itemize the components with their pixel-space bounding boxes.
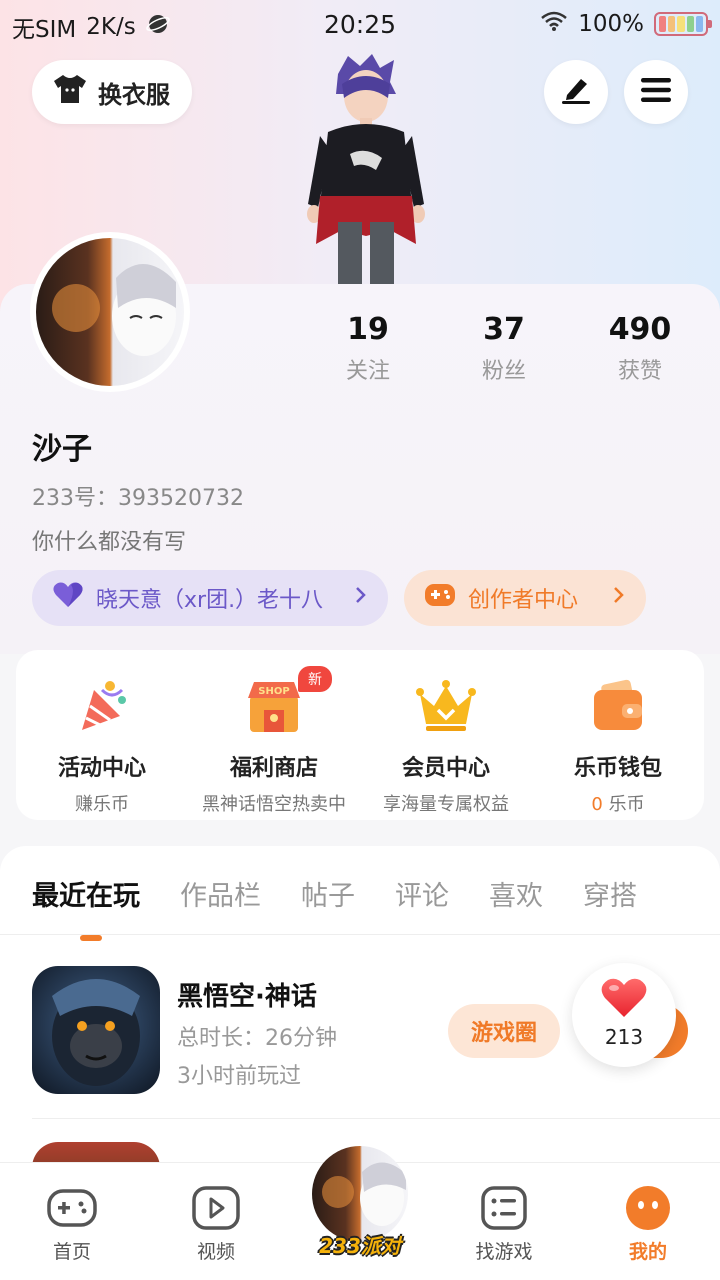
likes-stat[interactable]: 490 获赞: [572, 312, 708, 385]
game-circle-button[interactable]: 游戏圈: [448, 1004, 560, 1058]
recent-game-row[interactable]: 黑悟空·神话 总时长：26分钟 3小时前玩过 游戏圈 213: [32, 963, 720, 1096]
following-label: 关注: [345, 359, 390, 384]
nav-video[interactable]: 视频: [144, 1163, 288, 1280]
party-popper-icon: [72, 676, 132, 736]
status-bar: 无SIM 2K/s 20:25 100%: [0, 0, 720, 52]
following-count: 19: [347, 312, 389, 347]
game-icon: [32, 966, 160, 1094]
tab-likes[interactable]: 喜欢: [489, 874, 543, 913]
wifi-icon: [540, 10, 568, 38]
menu-icon: [640, 76, 672, 108]
nav-video-label: 视频: [196, 1241, 235, 1263]
like-count: 213: [604, 1025, 644, 1049]
welfare-shop-item[interactable]: SHOP 新 福利商店 黑神话悟空热卖中: [188, 650, 360, 820]
change-outfit-label: 换衣服: [98, 80, 170, 109]
tab-comments[interactable]: 评论: [395, 874, 449, 913]
party-avatar[interactable]: [312, 1146, 408, 1242]
game-name: 黑悟空·神话: [177, 982, 317, 1012]
bio-text[interactable]: 你什么都没有写: [32, 524, 186, 556]
coin-wallet-title: 乐币钱包: [573, 756, 662, 781]
gamepad-icon: [424, 582, 456, 614]
gamepad-icon: [46, 1185, 98, 1231]
profile-tabs: 最近在玩 作品栏 帖子 评论 喜欢 穿搭: [32, 874, 637, 941]
tshirt-icon: [52, 73, 88, 111]
chevron-right-icon: [612, 585, 626, 611]
group-pill-label: 晓天意（xr团.）老十八: [96, 588, 324, 613]
followers-stat[interactable]: 37 粉丝: [436, 312, 572, 385]
activity-center-sub: 赚乐币: [75, 794, 129, 815]
crown-icon: [416, 676, 476, 736]
profile-stats: 19 关注 37 粉丝 490 获赞: [300, 312, 720, 385]
nickname: 沙子: [32, 432, 92, 467]
likes-count: 490: [608, 312, 672, 347]
nav-mine-label: 我的: [628, 1241, 667, 1263]
game-last-played: 3小时前玩过: [177, 1064, 301, 1089]
services-panel: 活动中心 赚乐币 SHOP 新 福利商店 黑神话悟空热卖中 会员中心 享海量专属…: [16, 650, 704, 820]
tab-recently-played[interactable]: 最近在玩: [32, 874, 140, 941]
group-pill-button[interactable]: 晓天意（xr团.）老十八: [32, 570, 388, 626]
member-center-sub: 享海量专属权益: [383, 794, 509, 815]
activity-center-title: 活动中心: [57, 756, 146, 781]
creator-center-button[interactable]: 创作者中心: [404, 570, 646, 626]
welfare-shop-title: 福利商店: [229, 756, 318, 781]
menu-button[interactable]: [624, 60, 688, 124]
followers-count: 37: [483, 312, 525, 347]
tab-outfits[interactable]: 穿搭: [583, 874, 637, 913]
3d-avatar-character[interactable]: [290, 54, 440, 286]
nav-home-label: 首页: [52, 1241, 91, 1263]
creator-center-label: 创作者中心: [468, 588, 579, 613]
nav-mine[interactable]: 我的: [576, 1163, 720, 1280]
tabs-divider: [0, 934, 720, 935]
likes-label: 获赞: [617, 359, 662, 384]
edit-profile-button[interactable]: [544, 60, 608, 124]
battery-icon: [654, 12, 712, 36]
member-center-title: 会员中心: [401, 756, 490, 781]
wallet-icon: [588, 676, 648, 736]
welfare-shop-sub: 黑神话悟空热卖中: [202, 794, 346, 815]
coin-wallet-sub: 0 乐币: [532, 790, 704, 816]
tab-works[interactable]: 作品栏: [180, 874, 261, 913]
tab-posts[interactable]: 帖子: [301, 874, 355, 913]
coin-wallet-item[interactable]: 乐币钱包 0 乐币: [532, 650, 704, 820]
avatar[interactable]: [30, 232, 190, 392]
activity-center-item[interactable]: 活动中心 赚乐币: [16, 650, 188, 820]
game-play-time: 总时长：26分钟: [177, 1026, 337, 1051]
user-id[interactable]: 233号：393520732: [32, 480, 244, 512]
coin-unit: 乐币: [602, 794, 645, 815]
followers-label: 粉丝: [481, 359, 526, 384]
row-divider: [32, 1118, 720, 1119]
nav-find-games[interactable]: 找游戏: [432, 1163, 576, 1280]
nav-find-games-label: 找游戏: [475, 1241, 533, 1263]
avatar-image: [36, 238, 184, 386]
coin-balance: 0: [591, 794, 603, 815]
member-center-item[interactable]: 会员中心 享海量专属权益: [360, 650, 532, 820]
like-bubble[interactable]: 213: [572, 963, 676, 1067]
chevron-right-icon: [354, 585, 368, 611]
profile-face-icon: [622, 1185, 674, 1231]
shop-icon: SHOP: [244, 676, 304, 736]
change-outfit-button[interactable]: 换衣服: [32, 60, 192, 124]
following-stat[interactable]: 19 关注: [300, 312, 436, 385]
purple-heart-icon: [52, 581, 84, 615]
heart-icon: [600, 978, 648, 1023]
party-label[interactable]: 233派对: [300, 1230, 420, 1259]
svg-text:SHOP: SHOP: [258, 686, 289, 697]
new-badge: 新: [298, 666, 332, 692]
video-play-icon: [190, 1185, 242, 1231]
pen-icon: [559, 75, 593, 109]
list-icon: [478, 1185, 530, 1231]
nav-home[interactable]: 首页: [0, 1163, 144, 1280]
battery-percent: 100%: [578, 11, 644, 37]
